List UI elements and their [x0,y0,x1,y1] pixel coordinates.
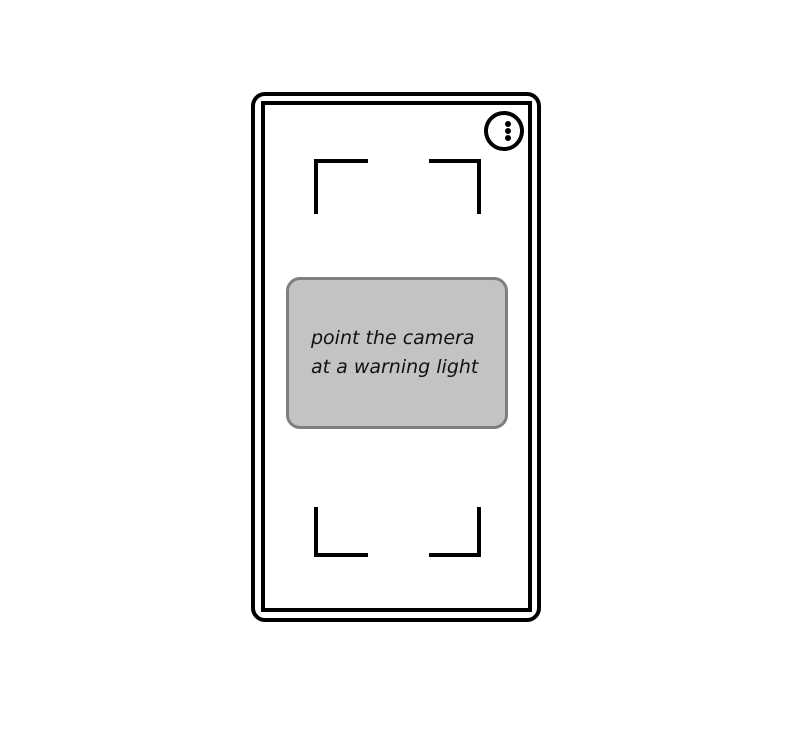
more-vertical-icon [505,121,511,141]
overflow-menu-button[interactable] [484,111,524,151]
camera-hint-box: point the camera at a warning light [286,277,508,429]
scan-frame-corner-top-left [314,159,368,214]
scan-frame-corner-bottom-right [429,507,481,557]
hint-line-2: at a warning light [311,356,479,378]
scan-frame-corner-top-right [429,159,481,214]
camera-hint-text: point the camera at a warning light [311,324,478,382]
hint-line-1: point the camera [311,327,475,349]
scan-frame-corner-bottom-left [314,507,368,557]
